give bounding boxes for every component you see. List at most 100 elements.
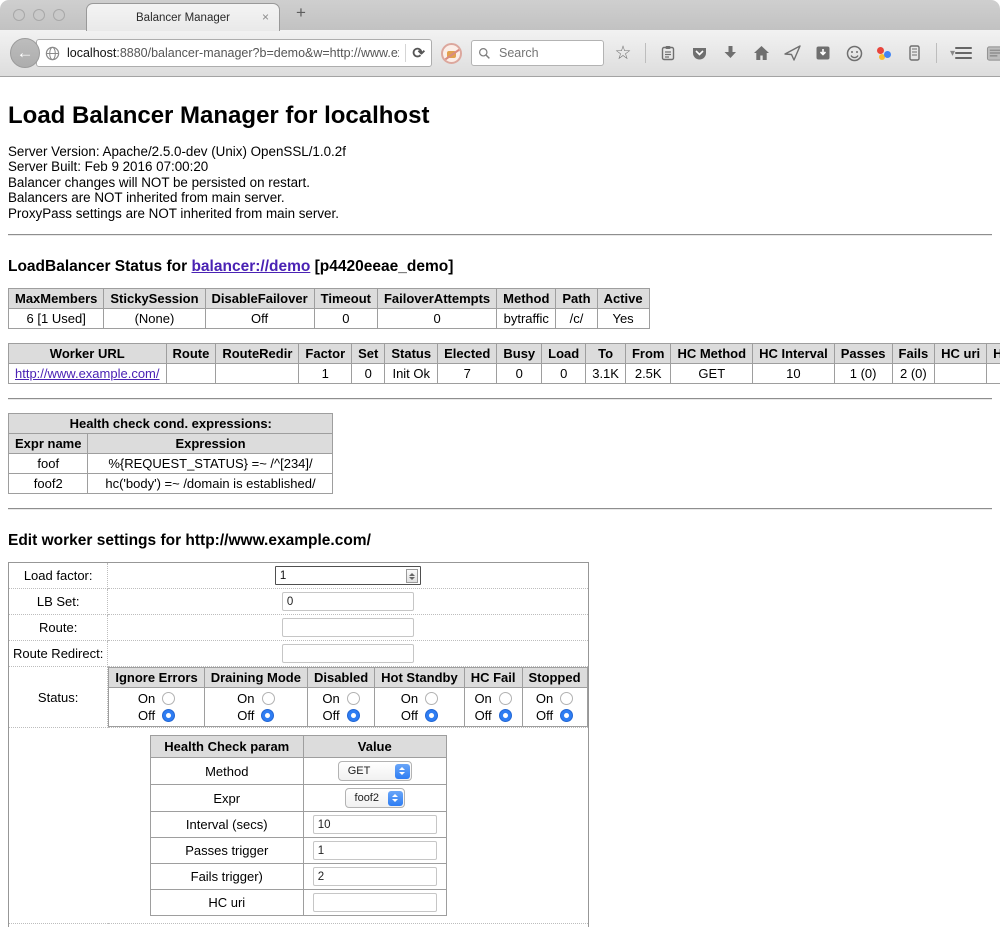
cell-hc-expr: foof2 [987,364,1000,384]
route-cell [108,615,588,641]
device-battery-icon[interactable] [905,44,923,62]
header-cell: Timeout [314,289,377,309]
header-cell: Draining Mode [204,668,307,688]
cell-active: Yes [597,309,649,329]
tab-close-icon[interactable]: × [262,10,269,24]
balancer-demo-link[interactable]: balancer://demo [191,258,310,275]
ignore-errors-on-radio[interactable] [162,692,175,705]
draining-off-radio[interactable] [261,709,274,722]
draining-on-radio[interactable] [262,692,275,705]
save-to-device-icon[interactable] [814,44,832,62]
heading-prefix: LoadBalancer Status for [8,258,191,275]
close-window-button[interactable] [13,9,25,21]
fails-input[interactable] [313,867,437,886]
cell-elected: 7 [438,364,497,384]
hc-row-method: Method GET [150,758,446,785]
balancer-status-heading: LoadBalancer Status for balancer://demo … [8,258,992,276]
send-icon[interactable] [783,44,801,62]
load-factor-input[interactable] [275,566,421,585]
interval-cell [303,812,446,838]
off-label: Off [237,707,254,724]
status-table: Ignore Errors Draining Mode Disabled Hot… [108,667,587,727]
fails-cell [303,864,446,890]
form-row-lb-set: LB Set: [9,589,589,615]
header-cell: To [586,344,626,364]
expr-row: foof2 hc('body') =~ /domain is establish… [9,474,333,494]
back-button[interactable]: ← [10,38,40,68]
keyboard-grid-icon[interactable] [986,44,1000,62]
off-label: Off [536,707,553,724]
header-cell: Value [303,736,446,758]
hot-standby-off-radio[interactable] [425,709,438,722]
proxypass-note-line: ProxyPass settings are NOT inherited fro… [8,206,992,221]
balancer-status-table: MaxMembers StickySession DisableFailover… [8,288,650,329]
interval-input[interactable] [313,815,437,834]
search-input[interactable] [497,45,591,61]
zoom-window-button[interactable] [53,9,65,21]
header-cell: RouteRedir [216,344,299,364]
table-header-row: MaxMembers StickySession DisableFailover… [9,289,650,309]
url-text[interactable]: localhost:8880/balancer-manager?b=demo&w… [67,46,399,60]
pocket-icon[interactable] [690,44,708,62]
expr-select[interactable]: foof2 [345,788,405,808]
expr-cell: foof2 [303,785,446,812]
hc-uri-input[interactable] [313,893,437,912]
reading-list-icon[interactable] [659,44,677,62]
tab-balancer-manager[interactable]: Balancer Manager × [86,3,280,31]
extension-dots-icon[interactable] [876,45,892,61]
header-cell: FailoverAttempts [377,289,496,309]
status-stopped-cell: On Off [522,688,587,727]
header-cell: DisableFailover [205,289,314,309]
hc-fail-off-radio[interactable] [499,709,512,722]
cell-status: Init Ok [385,364,438,384]
search-bar[interactable] [471,40,604,66]
home-icon[interactable] [752,44,770,62]
header-cell: HC Fail [464,668,522,688]
new-tab-button[interactable]: + [296,3,306,23]
bookmark-star-icon[interactable]: ☆ [614,44,632,62]
persist-note-line: Balancer changes will NOT be persisted o… [8,175,992,190]
header-cell: Busy [497,344,542,364]
number-stepper-icon[interactable] [406,569,418,583]
passes-cell [303,838,446,864]
feedback-smiley-icon[interactable] [845,44,863,62]
passes-input[interactable] [313,841,437,860]
ignore-errors-off-radio[interactable] [162,709,175,722]
worker-url-link[interactable]: http://www.example.com/ [15,366,160,381]
interval-label: Interval (secs) [150,812,303,838]
select-arrows-icon [395,764,410,779]
lb-set-input[interactable] [282,592,414,611]
on-label: On [536,690,553,707]
disabled-on-radio[interactable] [347,692,360,705]
method-select[interactable]: GET [338,761,412,781]
method-select-value: GET [348,765,371,777]
hc-fail-on-radio[interactable] [499,692,512,705]
status-hot-standby-cell: On Off [375,688,465,727]
menu-icon[interactable] [955,47,972,59]
cell-maxmembers: 6 [1 Used] [9,309,104,329]
header-cell: Disabled [307,668,374,688]
cell-expression: %{REQUEST_STATUS} =~ /^[234]/ [88,454,333,474]
minimize-window-button[interactable] [33,9,45,21]
cell-hc-method: GET [671,364,753,384]
route-redirect-input[interactable] [282,644,414,663]
disabled-off-radio[interactable] [347,709,360,722]
hot-standby-on-radio[interactable] [425,692,438,705]
cell-busy: 0 [497,364,542,384]
server-version-line: Server Version: Apache/2.5.0-dev (Unix) … [8,144,992,159]
stopped-off-radio[interactable] [560,709,573,722]
stopped-on-radio[interactable] [560,692,573,705]
hc-expr-title: Health check cond. expressions: [9,414,333,434]
off-label: Off [138,707,155,724]
header-cell: Passes [834,344,892,364]
route-input[interactable] [282,618,414,637]
reload-icon[interactable]: ⟳ [412,44,425,62]
server-built-line: Server Built: Feb 9 2016 07:00:20 [8,159,992,174]
download-icon[interactable] [721,44,739,62]
page-title: Load Balancer Manager for localhost [8,102,992,130]
hc-row-expr: Expr foof2 [150,785,446,812]
content-blocker-icon[interactable] [441,43,462,64]
url-bar[interactable]: localhost:8880/balancer-manager?b=demo&w… [36,39,432,67]
form-row-load-factor: Load factor: [9,563,589,589]
hc-expressions-table: Health check cond. expressions: Expr nam… [8,413,333,494]
